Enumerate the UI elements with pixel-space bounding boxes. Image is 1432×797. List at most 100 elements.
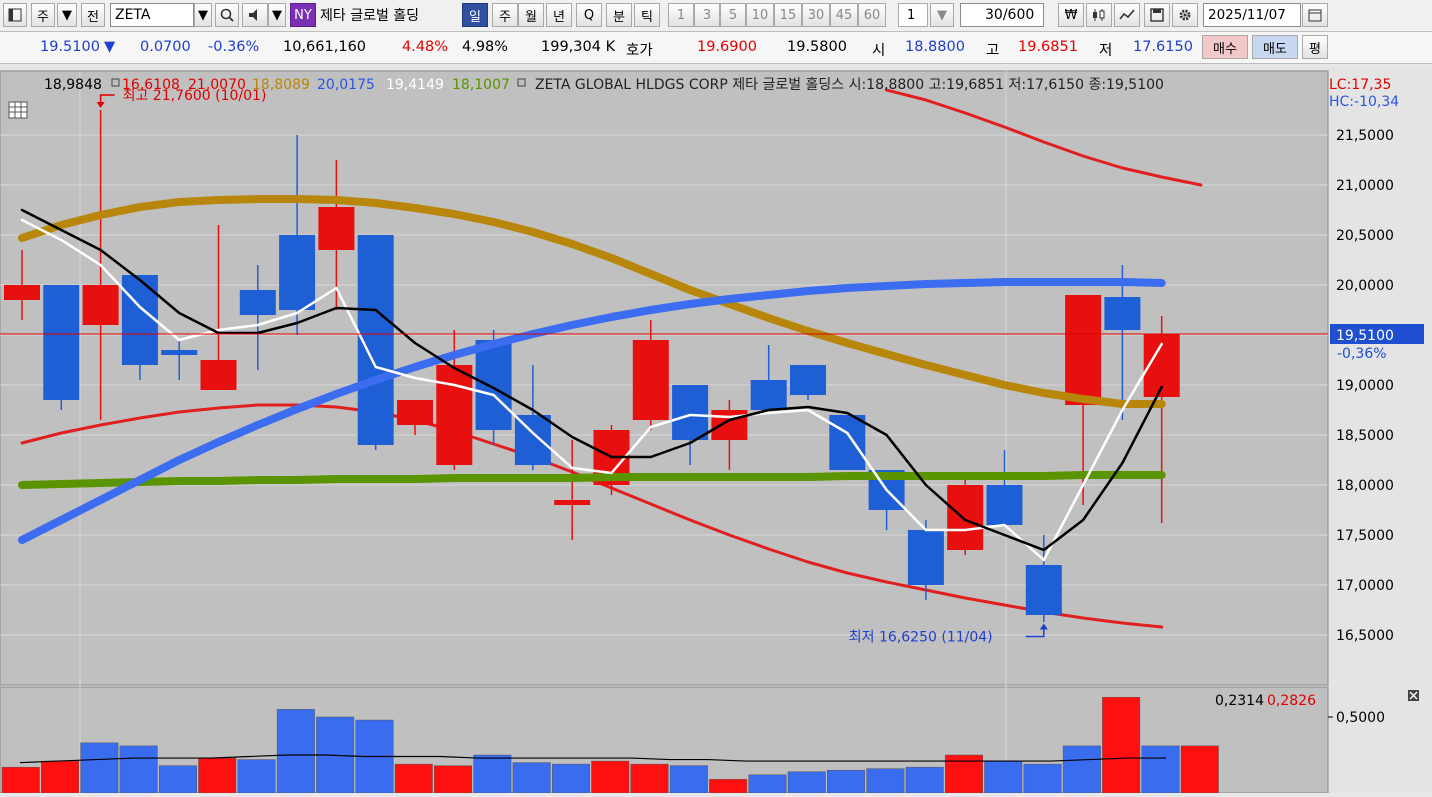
volume-bar — [394, 763, 433, 794]
date-input[interactable]: 2025/11/07 — [1203, 3, 1301, 27]
low-note: 최저 16,6250 (11/04) — [849, 630, 993, 646]
candle-body — [554, 500, 591, 505]
candle-body — [436, 365, 473, 465]
minute-button-3[interactable]: 10 — [746, 3, 774, 27]
candle — [947, 480, 984, 555]
candle-body — [672, 385, 709, 440]
legend-title: ZETA GLOBAL HLDGS CORP 제타 글로벌 홀딩스 시:18,8… — [535, 77, 1164, 93]
period-tab-3[interactable]: 년 — [546, 3, 572, 27]
chevron-down-icon[interactable]: ▼ — [57, 3, 77, 27]
won-icon[interactable]: ₩ — [1058, 3, 1084, 27]
minute-button-0[interactable]: 1 — [668, 3, 694, 27]
period-tab-5[interactable]: 분 — [606, 3, 632, 27]
y-tick-label: 20,5000 — [1336, 228, 1394, 244]
prev-button[interactable]: 전 — [81, 3, 105, 27]
hc-label: HC:-10,34 — [1329, 94, 1399, 110]
calendar-icon[interactable] — [1302, 3, 1328, 27]
volume-bar — [158, 765, 197, 794]
candle-body — [43, 285, 80, 400]
candle-body — [907, 530, 944, 585]
chart-area: 21,500021,000020,500020,000019,500019,00… — [0, 67, 1432, 794]
volume-bar — [748, 774, 787, 794]
candle-body — [947, 485, 984, 550]
turnover-percent: 4.48% — [402, 39, 449, 55]
interval-dropdown-icon[interactable]: ▼ — [930, 3, 954, 27]
period-tab-6[interactable]: 틱 — [634, 3, 660, 27]
lc-label: LC:17,35 — [1329, 77, 1391, 93]
period-tab-0[interactable]: 일 — [462, 3, 488, 27]
volume-tick-label: 0,5000 — [1336, 710, 1385, 726]
line-icon[interactable] — [1114, 3, 1140, 27]
candle-body — [986, 485, 1023, 525]
candle-body — [82, 285, 119, 325]
minute-button-6[interactable]: 45 — [830, 3, 858, 27]
symbol-dropdown-icon[interactable]: ▼ — [194, 3, 212, 27]
gear-icon[interactable] — [1172, 3, 1198, 27]
volume: 10,661,160 — [283, 39, 367, 55]
stock-name: 제타 글로벌 홀딩 — [320, 8, 420, 24]
candle — [790, 365, 826, 400]
high-label: 고 — [986, 43, 1000, 59]
ask-price: 19.6900 — [697, 39, 757, 55]
price-tag-label: 19,5100 — [1336, 328, 1394, 344]
buy-button[interactable]: 매수 — [1202, 35, 1248, 59]
y-tick-label: 21,0000 — [1336, 178, 1394, 194]
candle — [43, 285, 80, 410]
low-label: 저 — [1099, 43, 1113, 59]
save-icon[interactable] — [1144, 3, 1170, 27]
y-tick-label: 18,5000 — [1336, 428, 1394, 444]
open-label: 시 — [872, 43, 886, 59]
chart-window-icon[interactable] — [3, 3, 27, 27]
speaker-dropdown-icon[interactable]: ▼ — [268, 3, 286, 27]
minute-button-1[interactable]: 3 — [694, 3, 720, 27]
vol-legend-red: 0,2826 — [1267, 693, 1316, 709]
eval-button[interactable]: 평 — [1302, 35, 1328, 59]
toolbar: 주 ▼ 전 ZETA ▼ ▼ NY 제타 글로벌 홀딩 1 ▼ 30/600 ₩… — [0, 0, 1432, 32]
minute-button-7[interactable]: 60 — [858, 3, 886, 27]
legend-white-value: 19,4149 — [386, 77, 444, 93]
candle-body — [1065, 295, 1102, 405]
volume-bar — [1102, 696, 1141, 794]
minute-button-5[interactable]: 30 — [802, 3, 830, 27]
volume-bar — [709, 779, 748, 794]
candle-body — [475, 340, 512, 430]
volume-bar — [119, 745, 158, 794]
market-select[interactable]: 주 — [31, 3, 55, 27]
candle-body — [239, 290, 276, 315]
volume-bar — [984, 760, 1023, 794]
legend-black-value: 18,9848 — [44, 77, 102, 93]
symbol-input[interactable]: ZETA — [110, 3, 194, 27]
candle-body — [1025, 565, 1062, 615]
exchange-badge: NY — [290, 3, 316, 27]
period-tab-2[interactable]: 월 — [518, 3, 544, 27]
sell-button[interactable]: 매도 — [1252, 35, 1298, 59]
down-arrow-icon: ▼ — [104, 39, 116, 55]
close-icon[interactable] — [1408, 690, 1419, 701]
minute-button-2[interactable]: 5 — [720, 3, 746, 27]
y-tick-label: 17,0000 — [1336, 578, 1394, 594]
volume-bar — [787, 771, 826, 794]
candle-body — [4, 285, 40, 300]
bid-label: 호가 — [626, 43, 653, 59]
candle-icon[interactable] — [1086, 3, 1112, 27]
candle-body — [790, 365, 826, 395]
interval-input[interactable]: 1 — [898, 3, 928, 27]
period-tab-1[interactable]: 주 — [492, 3, 518, 27]
volume-bar — [1180, 745, 1219, 794]
volume-bar — [434, 765, 473, 794]
volume-bar — [905, 766, 944, 794]
speaker-icon[interactable] — [242, 3, 268, 27]
volume-bar — [198, 757, 237, 794]
candle — [829, 415, 866, 470]
open-price: 18.8800 — [905, 39, 965, 55]
bid-price: 19.5800 — [787, 39, 847, 55]
period-tab-4[interactable]: Q — [576, 3, 602, 27]
volume-bar — [630, 763, 669, 794]
candle-body — [161, 350, 198, 355]
minute-button-4[interactable]: 15 — [774, 3, 802, 27]
search-icon[interactable] — [215, 3, 239, 27]
grid-toggle-icon[interactable] — [8, 101, 28, 119]
volume-bar — [827, 769, 866, 794]
count-input[interactable]: 30/600 — [960, 3, 1044, 27]
candle-body — [121, 275, 158, 365]
